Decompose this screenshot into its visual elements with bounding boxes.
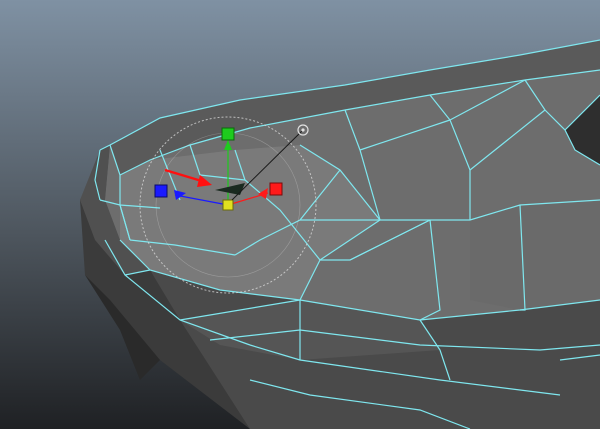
- 3d-viewport[interactable]: [0, 0, 600, 429]
- viewport-canvas[interactable]: [0, 0, 600, 429]
- center-handle[interactable]: [222, 199, 234, 211]
